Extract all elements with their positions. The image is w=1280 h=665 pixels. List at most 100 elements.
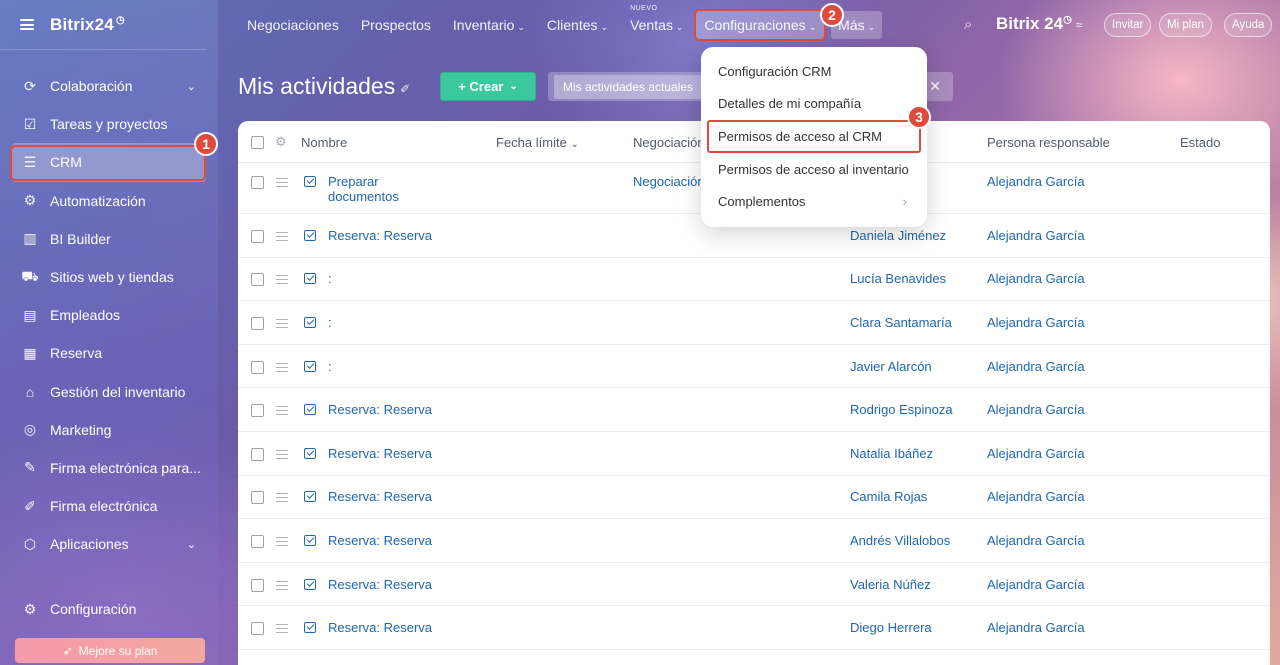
my-plan-button[interactable]: Mi plan — [1159, 13, 1213, 37]
responsible-person-link[interactable]: Alejandra García — [987, 359, 1085, 374]
row-checkbox[interactable] — [251, 360, 264, 374]
drag-handle-icon[interactable] — [276, 275, 288, 285]
responsible-person-link[interactable]: Alejandra García — [987, 315, 1085, 330]
activity-name-link[interactable]: Reserva: Reserva — [328, 228, 432, 243]
sidebar-item-bi-builder[interactable]: ▥ BI Builder — [0, 220, 218, 258]
chevron-down-icon[interactable]: ⌄ — [187, 538, 196, 551]
topnav-item-clientes[interactable]: Clientes ⌄ — [547, 17, 608, 33]
responsible-person-link[interactable]: Alejandra García — [987, 577, 1085, 592]
contact-link[interactable]: Andrés Villalobos — [850, 533, 950, 548]
row-checkbox[interactable] — [251, 622, 264, 636]
row-checkbox[interactable] — [251, 491, 264, 505]
contact-link[interactable]: Lucía Benavides — [850, 271, 946, 286]
responsible-person-link[interactable]: Alejandra García — [987, 446, 1085, 461]
drag-handle-icon[interactable] — [276, 178, 288, 187]
drag-handle-icon[interactable] — [276, 231, 288, 241]
contact-link[interactable]: Camila Rojas — [850, 489, 927, 504]
drag-handle-icon[interactable] — [276, 580, 288, 590]
table-row[interactable]: Reserva: Reserva Natalia Ibáñez Alejandra … — [238, 432, 1270, 476]
column-header-name[interactable]: Nombre — [301, 135, 347, 150]
select-all-checkbox[interactable] — [251, 136, 264, 149]
activity-name-link[interactable]: Reserva: Reserva — [328, 489, 432, 504]
drag-handle-icon[interactable] — [276, 536, 288, 546]
sidebar-item-sitios-web-y-tiendas[interactable]: ⛟ Sitios web y tiendas — [0, 258, 218, 296]
hamburger-menu-icon[interactable] — [20, 19, 34, 30]
menu-item-permisos-de-acceso-al-inventario[interactable]: Permisos de acceso al inventario — [701, 153, 927, 186]
activity-name-link[interactable]: : — [328, 271, 332, 286]
topnav-item-prospectos[interactable]: Prospectos — [361, 17, 431, 33]
sidebar-item-marketing[interactable]: ◎ Marketing — [0, 411, 218, 449]
sidebar-item-configuracion[interactable]: ⚙ Configuración — [0, 590, 218, 628]
activity-name-link[interactable]: Reserva: Reserva — [328, 533, 432, 548]
activity-name-link[interactable]: Reserva: Reserva — [328, 446, 432, 461]
topnav-item-inventario[interactable]: Inventario ⌄ — [453, 17, 525, 33]
chevron-down-icon[interactable]: ⌄ — [187, 80, 196, 93]
filter-chip[interactable]: Mis actividades actuales — [554, 74, 703, 99]
responsible-person-link[interactable]: Alejandra García — [987, 489, 1085, 504]
sidebar-item-reserva[interactable]: ▦ Reserva — [0, 334, 218, 372]
activity-name-link[interactable]: Reserva: Reserva — [328, 620, 432, 635]
table-row[interactable]: Reserva: Reserva Rodrigo Espinoza Alejandr… — [238, 388, 1270, 432]
table-row[interactable]: Reserva: Reserva Andrés Villalobos Alejand… — [238, 519, 1270, 563]
settings-sliders-icon[interactable]: ≈ — [1076, 18, 1083, 32]
sidebar-item-empleados[interactable]: ▤ Empleados — [0, 296, 218, 334]
bitrix24-logo[interactable]: Bitrix24 ◷ — [50, 15, 125, 35]
contact-link[interactable]: Valeria Núñez — [850, 577, 931, 592]
sidebar-item-firma-electronica-para[interactable]: ✎ Firma electrónica para... — [0, 449, 218, 487]
activity-name-link[interactable]: Reserva: Reserva — [328, 577, 432, 592]
column-header-responsible[interactable]: Persona responsable — [987, 135, 1110, 150]
row-checkbox[interactable] — [251, 534, 264, 548]
row-checkbox[interactable] — [251, 404, 264, 418]
row-checkbox[interactable] — [251, 316, 264, 330]
drag-handle-icon[interactable] — [276, 449, 288, 459]
drag-handle-icon[interactable] — [276, 406, 288, 416]
responsible-person-link[interactable]: Alejandra García — [987, 533, 1085, 548]
table-settings-gear-icon[interactable]: ⚙ — [275, 134, 287, 150]
topnav-item-ventas[interactable]: NUEVO Ventas ⌄ — [630, 5, 683, 33]
contact-link[interactable]: Clara Santamaría — [850, 315, 952, 330]
create-button[interactable]: + Crear ⌄ — [440, 72, 536, 101]
contact-link[interactable]: Javier Alarcón — [850, 359, 932, 374]
table-row[interactable]: Reserva: Reserva Diego Herrera Alejandra G… — [238, 606, 1270, 650]
row-checkbox[interactable] — [251, 229, 264, 243]
sidebar-item-firma-electronica[interactable]: ✐ Firma electrónica — [0, 487, 218, 525]
menu-item-complementos[interactable]: Complementos › — [701, 185, 927, 218]
table-row[interactable]: : Clara Santamaría Alejandra García — [238, 301, 1270, 345]
table-row[interactable]: Reserva: Reserva Valeria Núñez Alejandra G… — [238, 563, 1270, 607]
contact-link[interactable]: Natalia Ibáñez — [850, 446, 933, 461]
activity-name-link[interactable]: : — [328, 315, 332, 330]
responsible-person-link[interactable]: Alejandra García — [987, 174, 1085, 189]
contact-link[interactable]: Rodrigo Espinoza — [850, 402, 953, 417]
topnav-item-negociaciones[interactable]: Negociaciones — [247, 17, 339, 33]
drag-handle-icon[interactable] — [276, 624, 288, 634]
deal-link[interactable]: Negociación — [633, 174, 705, 189]
row-checkbox[interactable] — [251, 176, 264, 189]
table-row[interactable]: : Javier Alarcón Alejandra García — [238, 345, 1270, 389]
sidebar-item-aplicaciones[interactable]: ⬡ Aplicaciones ⌄ — [0, 525, 218, 563]
activity-name-link[interactable]: Preparar documentos — [328, 174, 418, 204]
table-row[interactable]: : Lucía Benavides Alejandra García — [238, 258, 1270, 302]
responsible-person-link[interactable]: Alejandra García — [987, 271, 1085, 286]
menu-item-configuracion-crm[interactable]: Configuración CRM — [701, 55, 927, 88]
activity-name-link[interactable]: : — [328, 359, 332, 374]
responsible-person-link[interactable]: Alejandra García — [987, 402, 1085, 417]
responsible-person-link[interactable]: Alejandra García — [987, 620, 1085, 635]
help-button[interactable]: Ayuda — [1224, 13, 1273, 37]
sidebar-item-gestion-del-inventario[interactable]: ⌂ Gestión del inventario — [0, 373, 218, 411]
upgrade-plan-button[interactable]: ➶ Mejore su plan — [15, 638, 205, 663]
clear-filter-icon[interactable]: ✕ — [929, 78, 941, 95]
topnav-item-configuraciones[interactable]: Configuraciones ⌄ — [694, 9, 827, 41]
column-header-deal[interactable]: Negociación — [633, 135, 705, 150]
contact-link[interactable]: Daniela Jiménez — [850, 228, 946, 243]
row-checkbox[interactable] — [251, 578, 264, 592]
row-checkbox[interactable] — [251, 447, 264, 461]
drag-handle-icon[interactable] — [276, 493, 288, 503]
invite-button[interactable]: Invitar — [1104, 13, 1152, 37]
menu-item-permisos-de-acceso-al-crm[interactable]: Permisos de acceso al CRM — [707, 120, 921, 153]
contact-link[interactable]: Diego Herrera — [850, 620, 932, 635]
activity-name-link[interactable]: Reserva: Reserva — [328, 402, 432, 417]
pin-icon[interactable]: ✐ — [400, 82, 410, 96]
row-checkbox[interactable] — [251, 273, 264, 287]
responsible-person-link[interactable]: Alejandra García — [987, 228, 1085, 243]
bitrix24-header-logo[interactable]: Bitrix 24◷ ≈ — [996, 14, 1082, 34]
